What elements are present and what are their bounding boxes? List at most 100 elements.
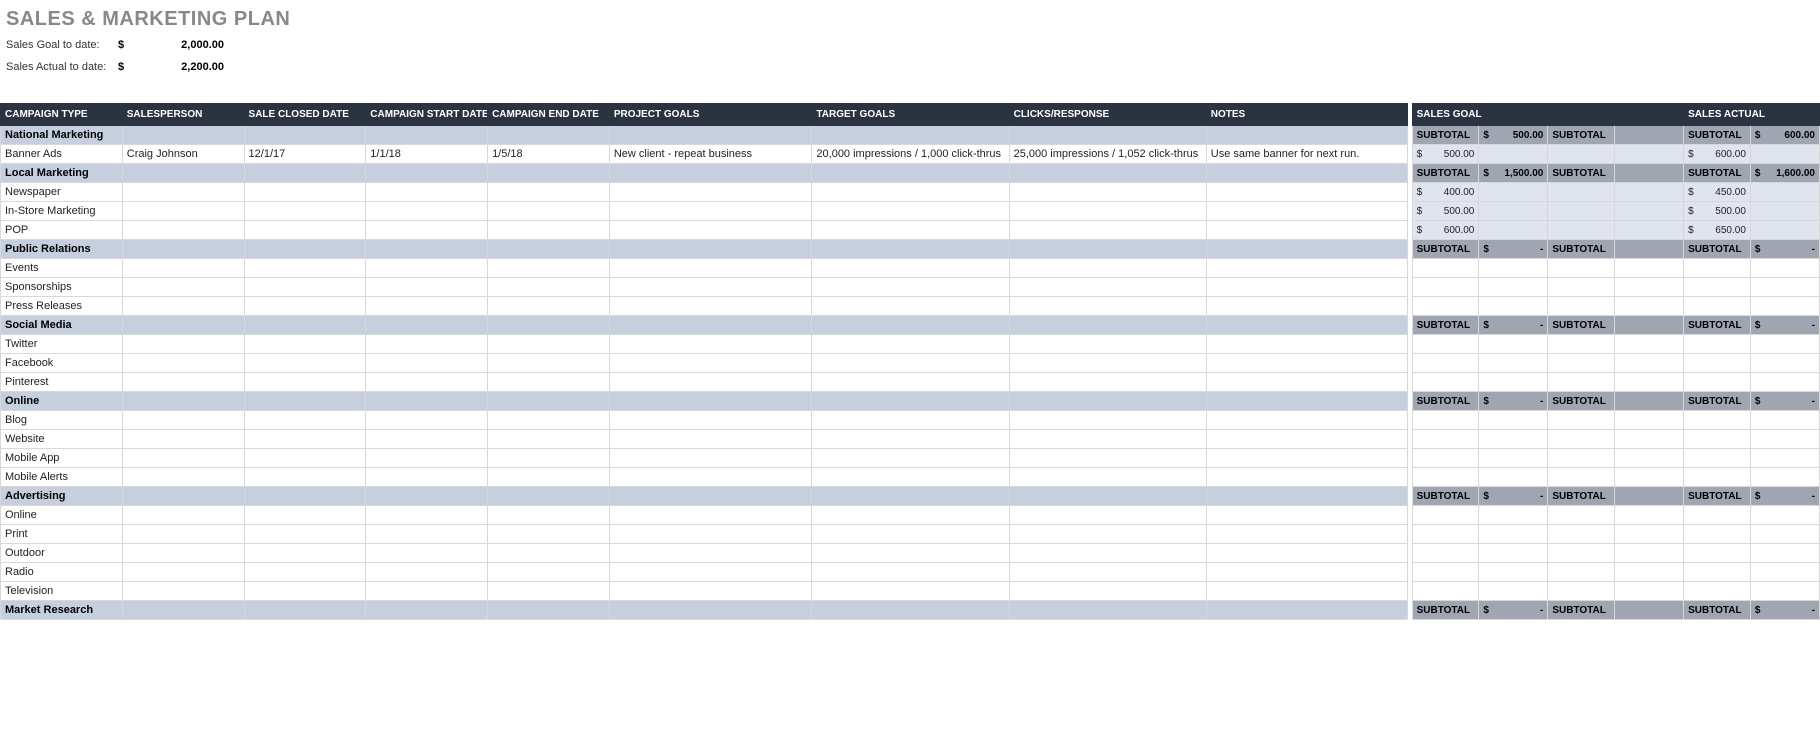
money-blank[interactable] <box>1479 449 1548 468</box>
money-value[interactable] <box>1412 430 1479 449</box>
cell-target[interactable] <box>812 449 1009 468</box>
section-blank[interactable] <box>122 164 244 183</box>
money-value[interactable] <box>1684 544 1751 563</box>
cell-type[interactable]: Twitter <box>1 335 123 354</box>
cell-start[interactable] <box>366 373 488 392</box>
money-value[interactable] <box>1412 259 1479 278</box>
cell-start[interactable] <box>366 449 488 468</box>
cell-salesperson[interactable] <box>122 221 244 240</box>
cell-end[interactable] <box>488 506 610 525</box>
cell-project[interactable] <box>609 259 812 278</box>
cell-clicks[interactable]: 25,000 impressions / 1,052 click-thrus <box>1009 145 1206 164</box>
cell-clicks[interactable] <box>1009 335 1206 354</box>
cell-target[interactable] <box>812 544 1009 563</box>
money-value[interactable]: $- <box>1479 240 1548 259</box>
section-blank[interactable] <box>244 601 366 620</box>
section-blank[interactable] <box>812 392 1009 411</box>
cell-target[interactable] <box>812 411 1009 430</box>
money-blank[interactable] <box>1750 335 1819 354</box>
money-value[interactable]: $- <box>1750 487 1819 506</box>
cell-notes[interactable] <box>1206 544 1408 563</box>
money-blank[interactable] <box>1615 240 1684 259</box>
cell-notes[interactable] <box>1206 202 1408 221</box>
money-blank[interactable] <box>1750 202 1819 221</box>
cell-type[interactable]: Television <box>1 582 123 601</box>
money-blank[interactable] <box>1750 430 1819 449</box>
cell-closed[interactable] <box>244 278 366 297</box>
money-blank[interactable] <box>1750 525 1819 544</box>
money-value[interactable] <box>1548 544 1615 563</box>
money-blank[interactable] <box>1479 582 1548 601</box>
section-blank[interactable] <box>1206 126 1408 145</box>
cell-notes[interactable] <box>1206 411 1408 430</box>
money-blank[interactable] <box>1615 145 1684 164</box>
money-value[interactable]: $- <box>1750 240 1819 259</box>
money-blank[interactable] <box>1615 373 1684 392</box>
money-blank[interactable] <box>1615 487 1684 506</box>
money-value[interactable] <box>1548 145 1615 164</box>
cell-clicks[interactable] <box>1009 544 1206 563</box>
money-blank[interactable] <box>1615 354 1684 373</box>
money-value[interactable] <box>1548 354 1615 373</box>
money-value[interactable]: $450.00 <box>1684 183 1751 202</box>
cell-end[interactable] <box>488 582 610 601</box>
money-value[interactable] <box>1548 582 1615 601</box>
section-blank[interactable] <box>366 487 488 506</box>
money-value[interactable]: $- <box>1479 487 1548 506</box>
cell-type[interactable]: Events <box>1 259 123 278</box>
section-blank[interactable] <box>609 126 812 145</box>
section-blank[interactable] <box>366 392 488 411</box>
cell-target[interactable] <box>812 506 1009 525</box>
cell-notes[interactable] <box>1206 525 1408 544</box>
section-blank[interactable] <box>812 316 1009 335</box>
money-blank[interactable] <box>1615 506 1684 525</box>
money-value[interactable] <box>1548 373 1615 392</box>
money-value[interactable]: $500.00 <box>1412 145 1479 164</box>
money-blank[interactable] <box>1750 506 1819 525</box>
money-blank[interactable] <box>1615 164 1684 183</box>
cell-closed[interactable]: 12/1/17 <box>244 145 366 164</box>
cell-target[interactable] <box>812 297 1009 316</box>
money-value[interactable] <box>1684 430 1751 449</box>
cell-start[interactable] <box>366 297 488 316</box>
money-blank[interactable] <box>1750 183 1819 202</box>
section-blank[interactable] <box>1009 240 1206 259</box>
money-blank[interactable] <box>1479 373 1548 392</box>
section-blank[interactable] <box>609 392 812 411</box>
money-blank[interactable] <box>1615 278 1684 297</box>
section-blank[interactable] <box>1206 164 1408 183</box>
money-value[interactable] <box>1548 506 1615 525</box>
cell-project[interactable] <box>609 202 812 221</box>
cell-project[interactable] <box>609 354 812 373</box>
money-blank[interactable] <box>1750 544 1819 563</box>
section-blank[interactable] <box>488 126 610 145</box>
cell-start[interactable] <box>366 202 488 221</box>
section-blank[interactable] <box>1206 601 1408 620</box>
money-blank[interactable] <box>1750 297 1819 316</box>
cell-closed[interactable] <box>244 525 366 544</box>
section-name[interactable]: Advertising <box>1 487 123 506</box>
cell-clicks[interactable] <box>1009 202 1206 221</box>
money-blank[interactable] <box>1479 183 1548 202</box>
money-value[interactable]: $600.00 <box>1684 145 1751 164</box>
cell-salesperson[interactable] <box>122 506 244 525</box>
money-blank[interactable] <box>1750 354 1819 373</box>
money-value[interactable] <box>1684 411 1751 430</box>
money-value[interactable] <box>1548 468 1615 487</box>
money-blank[interactable] <box>1615 411 1684 430</box>
money-value[interactable]: $1,500.00 <box>1479 164 1548 183</box>
cell-notes[interactable] <box>1206 468 1408 487</box>
money-value[interactable] <box>1684 468 1751 487</box>
cell-start[interactable] <box>366 183 488 202</box>
cell-type[interactable]: Radio <box>1 563 123 582</box>
cell-target[interactable] <box>812 373 1009 392</box>
cell-end[interactable] <box>488 544 610 563</box>
money-value[interactable]: $- <box>1479 392 1548 411</box>
section-blank[interactable] <box>1009 601 1206 620</box>
money-value[interactable] <box>1684 449 1751 468</box>
section-blank[interactable] <box>366 240 488 259</box>
cell-target[interactable] <box>812 259 1009 278</box>
cell-project[interactable] <box>609 525 812 544</box>
cell-notes[interactable] <box>1206 278 1408 297</box>
money-blank[interactable] <box>1479 259 1548 278</box>
